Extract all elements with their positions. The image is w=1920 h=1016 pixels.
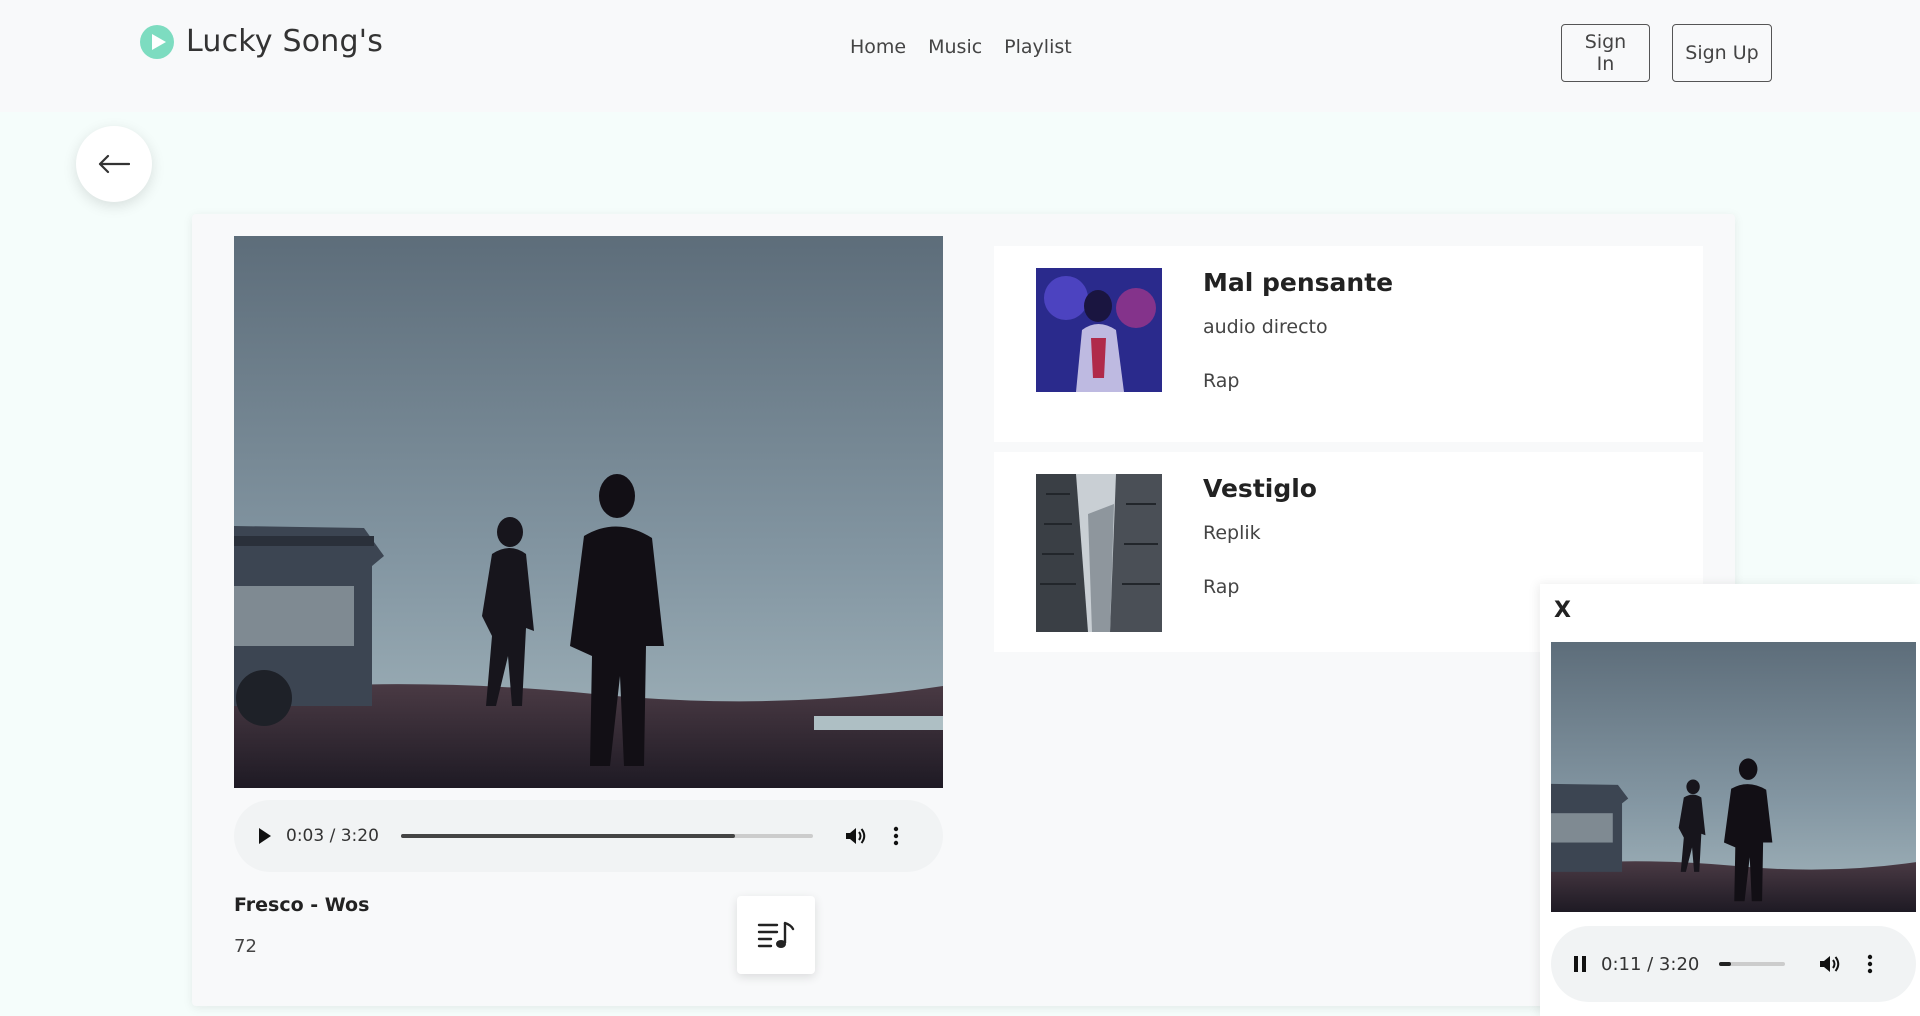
brand-name: Lucky Song's xyxy=(186,24,384,59)
nav-home[interactable]: Home xyxy=(850,36,906,58)
more-vertical-icon[interactable] xyxy=(893,826,899,846)
main-nav: Home Music Playlist xyxy=(850,36,1072,58)
now-playing-title: Fresco - Wos xyxy=(234,894,370,916)
song-artist: audio directo xyxy=(1203,316,1328,338)
song-thumbnail xyxy=(1036,474,1162,632)
song-genre: Rap xyxy=(1203,576,1240,598)
nav-playlist[interactable]: Playlist xyxy=(1004,36,1072,58)
playlist-button[interactable] xyxy=(737,896,815,974)
song-title: Mal pensante xyxy=(1203,268,1394,297)
more-vertical-icon[interactable] xyxy=(1867,954,1873,974)
audio-player: 0:03 / 3:20 xyxy=(234,800,943,872)
play-circle-icon xyxy=(140,24,174,59)
pause-icon[interactable] xyxy=(1573,955,1587,973)
play-count: 72 xyxy=(234,936,257,957)
album-cover-image xyxy=(234,236,943,788)
back-button[interactable] xyxy=(76,126,152,202)
volume-icon[interactable] xyxy=(845,826,867,846)
nav-music[interactable]: Music xyxy=(928,36,982,58)
playlist-music-icon xyxy=(757,921,795,948)
mini-player-cover xyxy=(1551,642,1916,912)
mini-player-panel: X 0:11 / 3:20 xyxy=(1540,584,1920,1016)
logo[interactable]: Lucky Song's xyxy=(140,24,383,59)
mini-audio-player: 0:11 / 3:20 xyxy=(1551,926,1916,1002)
song-artist: Replik xyxy=(1203,522,1261,544)
song-detail-card: 0:03 / 3:20 Fresco - Wos 72 Mal pensante… xyxy=(192,214,1735,1006)
song-title: Vestiglo xyxy=(1203,474,1317,503)
progress-slider[interactable] xyxy=(400,834,813,838)
song-card[interactable]: Mal pensante audio directo Rap xyxy=(994,246,1703,442)
sign-in-button[interactable]: Sign In xyxy=(1561,24,1650,82)
song-thumbnail xyxy=(1036,268,1162,392)
playback-time: 0:03 / 3:20 xyxy=(286,826,379,846)
play-icon[interactable] xyxy=(258,828,272,844)
mini-playback-time: 0:11 / 3:20 xyxy=(1601,953,1700,975)
song-genre: Rap xyxy=(1203,370,1240,392)
progress-fill xyxy=(400,834,735,838)
close-icon[interactable]: X xyxy=(1554,598,1571,623)
arrow-left-icon xyxy=(98,154,130,174)
auth-buttons: Sign In Sign Up xyxy=(1561,24,1772,82)
mini-progress-fill xyxy=(1719,962,1731,966)
mini-progress-slider[interactable] xyxy=(1719,962,1786,966)
volume-icon[interactable] xyxy=(1819,954,1841,974)
top-navbar: Lucky Song's Home Music Playlist Sign In… xyxy=(0,0,1920,112)
sign-up-button[interactable]: Sign Up xyxy=(1672,24,1772,82)
